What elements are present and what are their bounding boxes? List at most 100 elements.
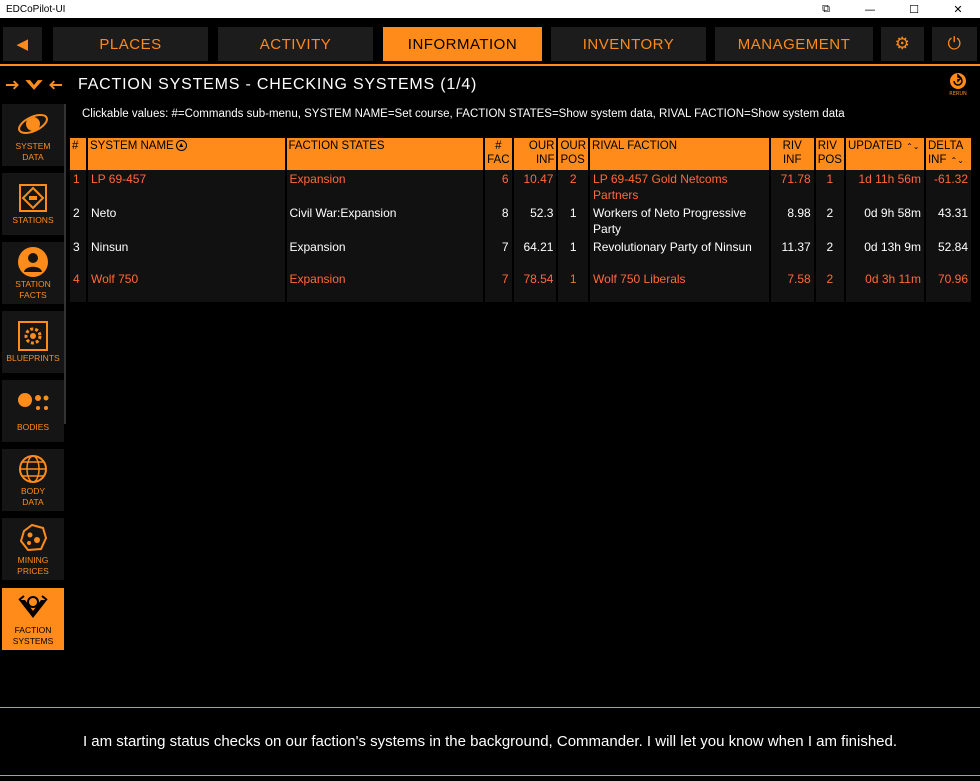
sidebar-item-station-facts[interactable]: STATION FACTS: [2, 242, 64, 304]
row-updated: 0d 3h 11m: [845, 270, 924, 302]
col-header-our-pos[interactable]: OUR POS: [558, 138, 589, 170]
top-navigation: ◀ PLACES ACTIVITY INFORMATION INVENTORY …: [0, 24, 980, 64]
col-header-updated[interactable]: UPDATED ⌃⌄: [845, 138, 924, 170]
sidebar-item-label: FACTION: [14, 625, 52, 635]
col-header-our-inf[interactable]: OUR INF: [513, 138, 557, 170]
settings-button[interactable]: ⚙: [881, 27, 924, 61]
sidebar-item-bodies[interactable]: BODIES: [2, 380, 64, 442]
row-faction-states[interactable]: Expansion: [286, 170, 484, 204]
row-riv-pos: 2: [815, 204, 844, 238]
row-num[interactable]: 4: [70, 270, 86, 302]
row-faction-states[interactable]: Expansion: [286, 238, 484, 270]
row-delta-inf: 43.31: [925, 204, 971, 238]
row-our-pos: 1: [558, 238, 589, 270]
power-button[interactable]: ⏻: [932, 27, 977, 61]
sidebar-item-label: MINING: [17, 555, 49, 565]
table-row: 3 Ninsun Expansion 7 64.21 1 Revolutionary Par…: [70, 238, 971, 270]
col-header-riv-inf[interactable]: RIV INF: [770, 138, 814, 170]
rerun-button[interactable]: RERUN: [944, 72, 972, 102]
row-fac-count: 7: [485, 270, 512, 302]
row-system-name[interactable]: Neto: [87, 204, 285, 238]
sidebar-item-label: STATIONS: [12, 215, 54, 225]
power-icon: ⏻: [947, 34, 962, 53]
sidebar-item-label: DATA: [22, 497, 44, 507]
page-header: FACTION SYSTEMS - CHECKING SYSTEMS (1/4)…: [0, 66, 980, 104]
row-rival-faction[interactable]: LP 69-457 Gold Netcoms Partners: [590, 170, 769, 204]
back-button[interactable]: ◀: [3, 27, 42, 61]
sidebar-item-label: STATION: [15, 279, 51, 289]
col-header-riv-pos[interactable]: RIV POS: [815, 138, 844, 170]
mining-prices-icon: [16, 521, 50, 555]
col-header-delta-inf[interactable]: DELTA INF ⌃⌄: [925, 138, 971, 170]
sidebar-item-label: BLUEPRINTS: [6, 353, 60, 363]
row-faction-states[interactable]: Civil War:Expansion: [286, 204, 484, 238]
row-riv-pos: 2: [815, 238, 844, 270]
page-title: FACTION SYSTEMS - CHECKING SYSTEMS (1/4): [78, 76, 478, 93]
blueprints-icon: [16, 319, 50, 353]
col-header-num[interactable]: #: [70, 138, 86, 170]
sidebar-item-label: SYSTEM: [15, 141, 51, 151]
logo-icon: [5, 80, 63, 90]
col-header-fac[interactable]: # FAC: [485, 138, 512, 170]
col-header-system-name[interactable]: SYSTEM NAME ▲: [87, 138, 285, 170]
table-row: 2 Neto Civil War:Expansion 8 52.3 1 Workers of…: [70, 204, 971, 238]
row-rival-faction[interactable]: Wolf 750 Liberals: [590, 270, 769, 302]
system-data-icon: [16, 107, 50, 141]
window-titlebar: EDCoPilot-UI ⧉ — ☐ ✕: [0, 0, 980, 18]
row-updated: 0d 13h 9m: [845, 238, 924, 270]
close-icon[interactable]: ✕: [936, 0, 980, 18]
col-header-faction-states[interactable]: FACTION STATES: [286, 138, 484, 170]
row-system-name[interactable]: LP 69-457: [87, 170, 285, 204]
sidebar-item-system-data[interactable]: SYSTEM DATA: [2, 104, 64, 166]
window-controls: ⧉ — ☐ ✕: [804, 0, 980, 18]
row-faction-states[interactable]: Expansion: [286, 270, 484, 302]
snap-icon[interactable]: ⧉: [804, 0, 848, 18]
col-header-rival-faction[interactable]: RIVAL FACTION: [590, 138, 769, 170]
row-our-pos: 1: [558, 204, 589, 238]
row-num[interactable]: 3: [70, 238, 86, 270]
rerun-icon: [950, 73, 966, 89]
row-our-inf: 64.21: [513, 238, 557, 270]
row-our-inf: 78.54: [513, 270, 557, 302]
row-system-name[interactable]: Wolf 750: [87, 270, 285, 302]
clickable-hint: Clickable values: #=Commands sub-menu, S…: [82, 108, 845, 120]
row-our-pos: 2: [558, 170, 589, 204]
row-fac-count: 6: [485, 170, 512, 204]
row-rival-faction[interactable]: Revolutionary Party of Ninsun: [590, 238, 769, 270]
faction-systems-table: # SYSTEM NAME ▲ FACTION STATES # FAC OUR IN…: [68, 138, 973, 302]
window-title: EDCoPilot-UI: [6, 3, 66, 15]
row-rival-faction[interactable]: Workers of Neto Progressive Party: [590, 204, 769, 238]
sidebar-item-blueprints[interactable]: BLUEPRINTS: [2, 311, 64, 373]
row-num[interactable]: 2: [70, 204, 86, 238]
row-our-inf: 52.3: [513, 204, 557, 238]
sidebar-item-body-data[interactable]: BODY DATA: [2, 449, 64, 511]
tab-places[interactable]: PLACES: [53, 27, 208, 61]
sidebar-item-stations[interactable]: STATIONS: [2, 173, 64, 235]
sidebar-item-label: FACTS: [19, 290, 47, 300]
row-riv-inf: 7.58: [770, 270, 814, 302]
sidebar-scrollbar[interactable]: [64, 104, 66, 424]
tab-information[interactable]: INFORMATION: [383, 27, 542, 61]
minimize-icon[interactable]: —: [848, 0, 892, 18]
row-updated: 1d 11h 56m: [845, 170, 924, 204]
tab-activity[interactable]: ACTIVITY: [218, 27, 373, 61]
sidebar-item-mining-prices[interactable]: MINING PRICES: [2, 518, 64, 580]
tab-inventory[interactable]: INVENTORY: [551, 27, 706, 61]
sidebar-item-faction-systems[interactable]: FACTION SYSTEMS: [2, 588, 64, 650]
stations-icon: [16, 181, 50, 215]
faction-systems-icon: [16, 591, 50, 625]
footer-divider: [0, 707, 980, 708]
tab-management[interactable]: MANAGEMENT: [715, 27, 873, 61]
sidebar-item-label: SYSTEMS: [12, 636, 54, 646]
sidebar-item-label: PRICES: [17, 566, 49, 576]
row-system-name[interactable]: Ninsun: [87, 238, 285, 270]
bodies-icon: [16, 388, 50, 422]
row-fac-count: 8: [485, 204, 512, 238]
row-num[interactable]: 1: [70, 170, 86, 204]
row-our-pos: 1: [558, 270, 589, 302]
row-riv-inf: 71.78: [770, 170, 814, 204]
row-riv-pos: 1: [815, 170, 844, 204]
sidebar-item-label: BODIES: [16, 422, 50, 432]
maximize-icon[interactable]: ☐: [892, 0, 936, 18]
sort-up-icon: ▲: [175, 140, 187, 152]
